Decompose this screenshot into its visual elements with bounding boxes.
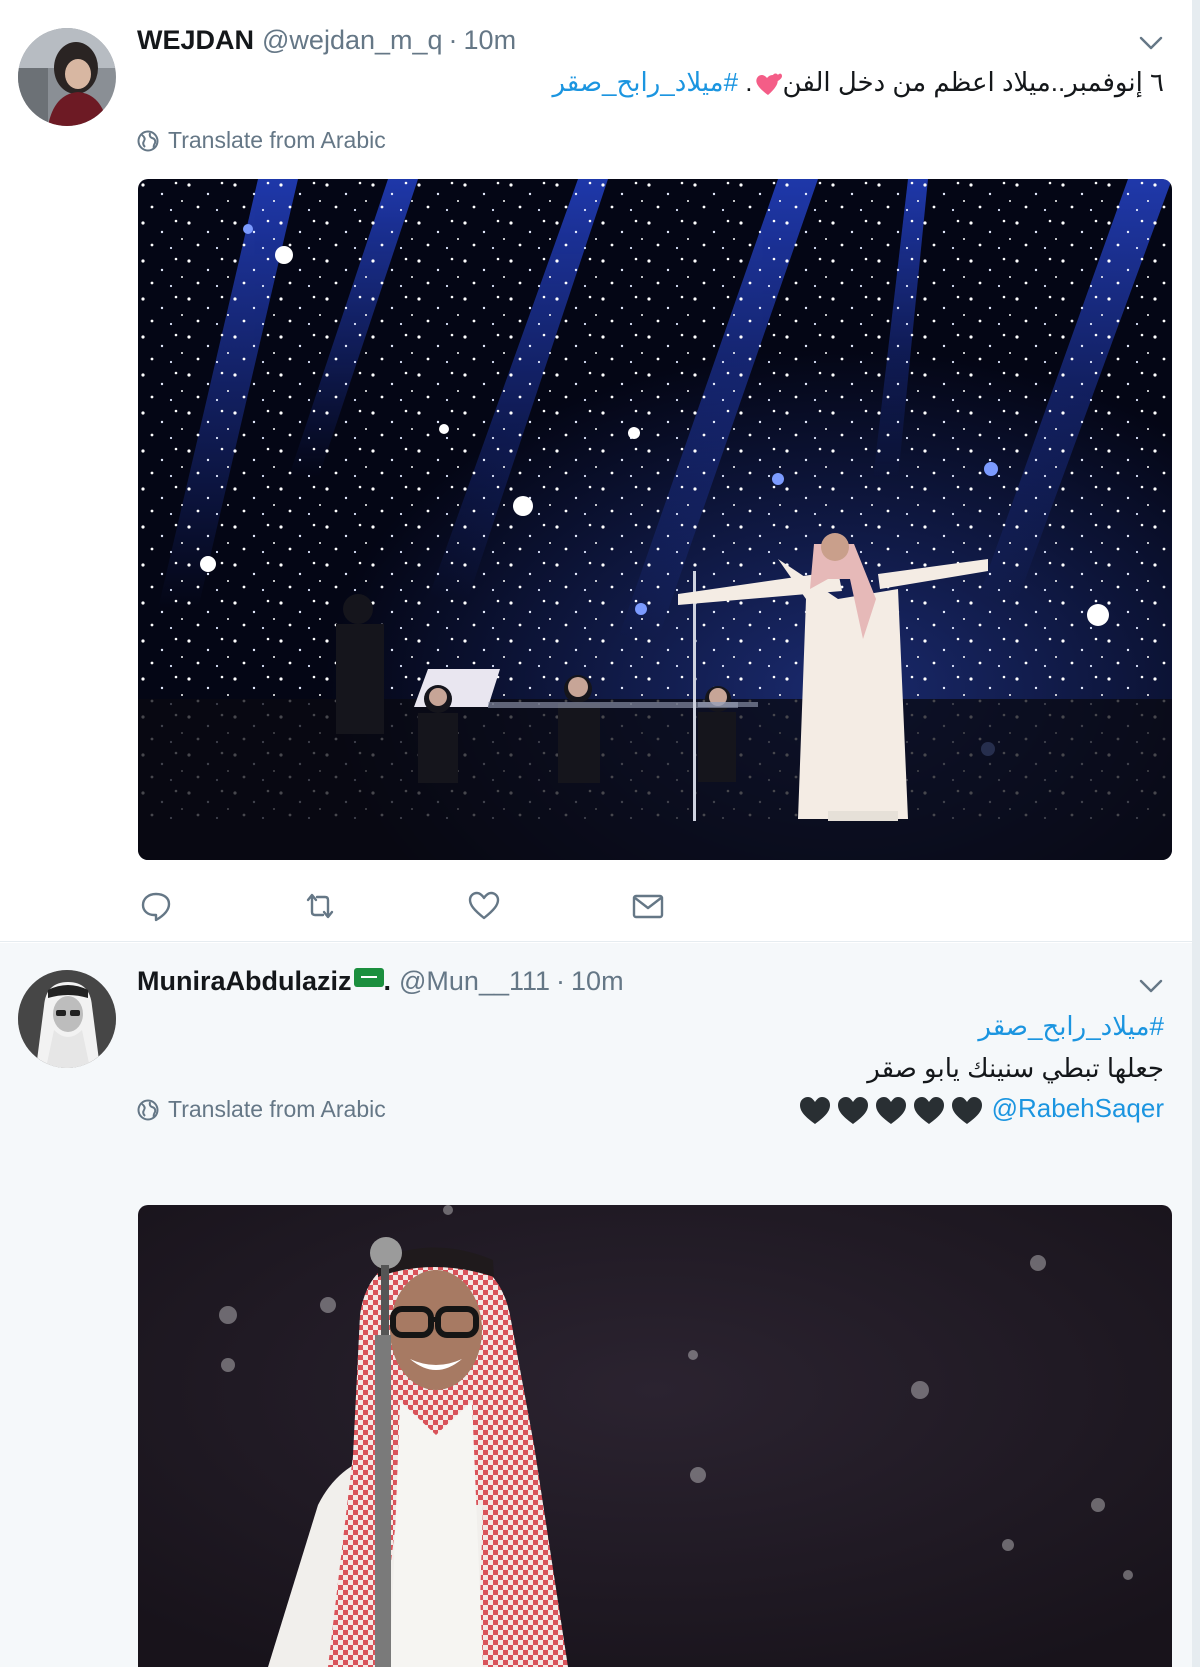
timeline: WEJDAN @wejdan_m_q · 10m ٦ إنوفمبر..ميلا… — [0, 0, 1194, 1667]
translate-label: Translate from Arabic — [168, 1096, 386, 1122]
separator: · — [448, 24, 458, 55]
tweet-text-line: جعلها تبطي سنينك يابو صقر — [867, 1053, 1164, 1084]
tweet-text-line: @RabehSaqer — [794, 1093, 1164, 1126]
tweet[interactable]: WEJDAN @wejdan_m_q · 10m ٦ إنوفمبر..ميلا… — [0, 0, 1192, 942]
black-hearts — [794, 1093, 991, 1125]
display-name[interactable]: MuniraAbdulaziz — [137, 966, 352, 997]
user-handle[interactable]: @wejdan_m_q — [262, 25, 443, 56]
user-handle[interactable]: @Mun__111 — [399, 966, 550, 997]
black-heart-icon — [952, 1097, 983, 1125]
tweet-text-body: ٦ إنوفمبر..ميلاد اعظم من دخل الفن — [782, 67, 1164, 97]
black-heart-icon — [876, 1097, 907, 1125]
tweet-actions — [138, 888, 738, 924]
concert-photo — [138, 179, 1172, 860]
tweet-photo[interactable] — [138, 1205, 1172, 1667]
globe-icon — [137, 130, 159, 151]
tweet-text-punct: . — [738, 67, 753, 97]
translate-link[interactable]: Translate from Arabic — [137, 1096, 386, 1123]
tweet-photo[interactable] — [138, 179, 1172, 860]
like-icon[interactable] — [466, 888, 502, 924]
retweet-icon[interactable] — [302, 888, 338, 924]
translate-label: Translate from Arabic — [168, 127, 386, 153]
display-name-suffix: . — [383, 965, 392, 996]
separator: · — [556, 965, 566, 996]
avatar[interactable] — [18, 28, 116, 126]
tweet-text-body: جعلها تبطي سنينك يابو صقر — [867, 1053, 1164, 1083]
black-heart-icon — [838, 1097, 869, 1125]
chevron-down-icon[interactable] — [1138, 30, 1164, 56]
hashtag-link[interactable]: #ميلاد_رابح_صقر — [978, 1011, 1164, 1041]
tweet-header: MuniraAbdulaziz . @Mun__111 · 10m — [137, 963, 624, 999]
black-heart-icon — [800, 1097, 831, 1125]
tweet-header: WEJDAN @wejdan_m_q · 10m — [137, 22, 516, 58]
tweet-text-line: #ميلاد_رابح_صقر — [978, 1011, 1164, 1042]
display-name[interactable]: WEJDAN — [137, 25, 254, 56]
timestamp[interactable]: 10m — [571, 966, 624, 997]
globe-icon — [137, 1099, 159, 1120]
chevron-down-icon[interactable] — [1138, 973, 1164, 999]
tweet[interactable]: MuniraAbdulaziz . @Mun__111 · 10m #ميلاد… — [0, 943, 1192, 1667]
mention-link[interactable]: @RabehSaqer — [992, 1093, 1164, 1123]
timestamp[interactable]: 10m — [464, 25, 517, 56]
two-hearts-icon — [755, 73, 782, 96]
singer-photo — [138, 1205, 1172, 1667]
saudi-flag-icon — [353, 967, 384, 987]
avatar[interactable] — [18, 970, 116, 1068]
scrollbar-gutter — [1192, 0, 1200, 1667]
tweet-text: ٦ إنوفمبر..ميلاد اعظم من دخل الفن. #ميلا… — [552, 67, 1164, 98]
reply-icon[interactable] — [138, 888, 174, 924]
translate-link[interactable]: Translate from Arabic — [137, 127, 386, 154]
message-icon[interactable] — [630, 888, 666, 924]
hashtag-link[interactable]: #ميلاد_رابح_صقر — [552, 67, 738, 97]
black-heart-icon — [914, 1097, 945, 1125]
